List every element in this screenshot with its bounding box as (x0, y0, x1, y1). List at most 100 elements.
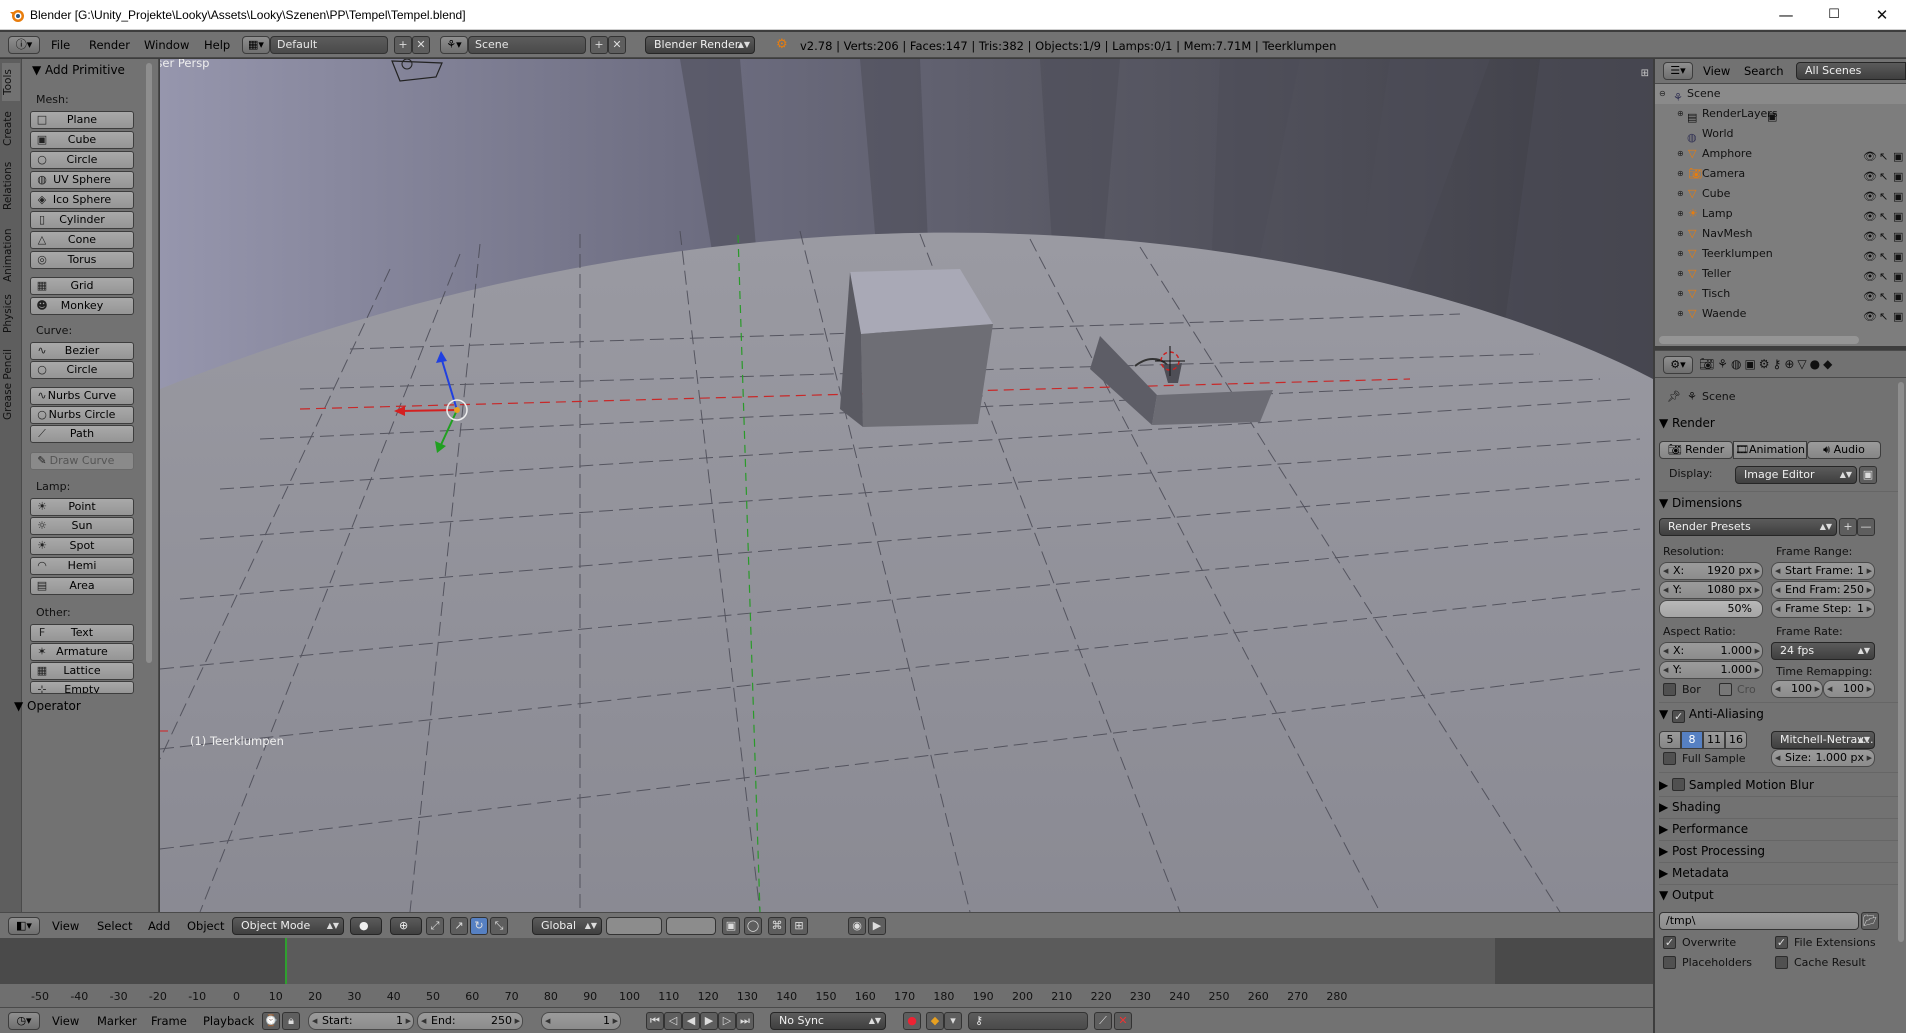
add-nurbs-curve-button[interactable]: ∿ Nurbs Curve (30, 387, 134, 405)
add-torus-button[interactable]: ◎ Torus (30, 251, 134, 269)
output-path-field[interactable]: /tmp\ (1659, 912, 1859, 930)
animation-button[interactable]: 🎞︎Animation (1733, 441, 1807, 459)
keying-menu-icon[interactable]: ▾ (944, 1012, 962, 1030)
render-button[interactable]: 📷︎ Render (1659, 441, 1733, 459)
aspect-x-field[interactable]: ◀ X: 1.000 ▶ (1659, 642, 1763, 660)
add-bezier-button[interactable]: ∿ Bezier (30, 342, 134, 360)
shading-select[interactable]: ● (350, 917, 382, 935)
add-sun-lamp-button[interactable]: ☼ Sun (30, 517, 134, 535)
timeline-menu-view[interactable]: View (52, 1014, 79, 1028)
add-cone-button[interactable]: △ Cone (30, 231, 134, 249)
expand-icon[interactable]: ⊕ (1677, 304, 1684, 324)
end-frame-prop-field[interactable]: ◀ End Fram: 250 ▶ (1771, 581, 1875, 599)
output-panel-header[interactable]: ▼ Output (1659, 884, 1902, 906)
outliner-row-teerklumpen[interactable]: ⊕ ▽ Teerklumpen 👁︎ ↖ ▣ (1655, 244, 1906, 264)
viewport-menu-add[interactable]: Add (148, 919, 170, 933)
viewport-menu-object[interactable]: Object (187, 919, 224, 933)
overwrite-checkbox[interactable]: ✓ (1663, 936, 1676, 949)
dimensions-panel-header[interactable]: ▼ Dimensions (1659, 492, 1902, 514)
scene-icon[interactable]: ⚘▾ (440, 36, 468, 54)
performance-panel-header[interactable]: ▶ Performance (1659, 818, 1902, 840)
orientation-select[interactable]: Global ▲▼ (532, 917, 602, 935)
anti-aliasing-checkbox[interactable]: ✓ (1672, 710, 1686, 723)
end-frame-field[interactable]: ◀ End: 250 ▶ (417, 1012, 523, 1030)
add-monkey-button[interactable]: ☻ Monkey (30, 297, 134, 315)
viewport-menu-select[interactable]: Select (97, 919, 132, 933)
layout-field[interactable]: Default (270, 36, 388, 54)
render-preview-icon[interactable]: ◉ (848, 917, 866, 935)
mode-select[interactable]: Object Mode ▲▼ (232, 917, 344, 935)
lock-range-icon[interactable]: 🔒︎ (282, 1012, 300, 1030)
viewport-editor-type-button[interactable]: ◧▾ (8, 917, 40, 935)
scale-icon[interactable]: ⤡ (490, 917, 508, 935)
delete-keyframe-icon[interactable]: ✕ (1114, 1012, 1132, 1030)
crop-checkbox[interactable] (1719, 683, 1732, 696)
tab-animation[interactable]: Animation (2, 219, 20, 291)
rotate-icon[interactable]: ↻ (470, 917, 488, 935)
timeline-editor-type-button[interactable]: ◷▾ (8, 1012, 40, 1030)
placeholders-checkbox[interactable] (1663, 956, 1676, 969)
remap-old-field[interactable]: ◀ 100 ▶ (1771, 680, 1823, 698)
pivot-select[interactable]: ⊕ (390, 917, 422, 935)
full-sample-checkbox[interactable] (1663, 752, 1676, 765)
screen-layout-icon[interactable]: ▦▾ (242, 36, 270, 54)
toolshelf-scrollbar[interactable] (146, 63, 152, 663)
cursor-select-icon[interactable]: ↖ (1879, 307, 1888, 327)
aa-samples-5[interactable]: 5 (1659, 731, 1681, 749)
expand-icon[interactable]: ⊕ (1677, 264, 1684, 284)
tab-create[interactable]: Create (2, 107, 20, 151)
outliner-row-lamp[interactable]: ⊕ ☀ Lamp 👁︎ ↖ ▣ (1655, 204, 1906, 224)
expand-icon[interactable]: ⊕ (1677, 164, 1684, 184)
remove-layout-icon[interactable]: ✕ (412, 36, 430, 54)
jump-keyframe-forward-icon[interactable]: ▷ (718, 1012, 736, 1030)
frame-rate-select[interactable]: 24 fps ▲▼ (1771, 642, 1875, 660)
3d-viewport[interactable]: User Persp (1) Teerklumpen ⊞ (160, 59, 1653, 912)
anti-aliasing-panel-header[interactable]: ▼ ✓ Anti-Aliasing (1659, 703, 1902, 725)
outliner-menu-search[interactable]: Search (1744, 64, 1784, 78)
add-uv-sphere-button[interactable]: ◍ UV Sphere (30, 171, 134, 189)
current-frame-field[interactable]: ◀ 1 ▶ (541, 1012, 621, 1030)
minimize-button[interactable]: — (1762, 0, 1810, 30)
display-select[interactable]: Image Editor ▲▼ (1735, 466, 1857, 484)
current-frame-indicator[interactable] (285, 938, 287, 986)
timeline-menu-frame[interactable]: Frame (151, 1014, 187, 1028)
play-reverse-icon[interactable]: ◀ (682, 1012, 700, 1030)
manipulator-toggle-icon[interactable]: ⤢ (426, 917, 444, 935)
outliner-row-scene[interactable]: ⊖ ⚘ Scene (1655, 84, 1906, 104)
aa-samples-8[interactable]: 8 (1681, 731, 1703, 749)
add-point-lamp-button[interactable]: ☀ Point (30, 498, 134, 516)
sync-select[interactable]: No Sync ▲▼ (770, 1012, 886, 1030)
expand-icon[interactable]: ⊕ (1677, 224, 1684, 244)
tab-tools[interactable]: Tools (2, 63, 20, 101)
timeline[interactable]: -50 -40 -30 -20 -10 0 10 20 30 40 50 60 70 80 90 100 110… (0, 938, 1653, 1007)
expand-icon[interactable]: ⊕ (1677, 244, 1684, 264)
add-armature-button[interactable]: ✶ Armature (30, 643, 134, 661)
snap-icon[interactable]: ⌘ (768, 917, 786, 935)
proportional-edit-icon[interactable]: ◯ (744, 917, 762, 935)
operator-panel-toggle[interactable]: ▼ Operator (14, 699, 81, 713)
add-area-lamp-button[interactable]: ▤ Area (30, 577, 134, 595)
aa-samples-11[interactable]: 11 (1703, 731, 1725, 749)
add-curve-circle-button[interactable]: ○ Circle (30, 361, 134, 379)
add-spot-lamp-button[interactable]: ☀ Spot (30, 537, 134, 555)
remove-preset-icon[interactable]: — (1857, 518, 1875, 536)
keying-set-field[interactable]: ⚷ (968, 1012, 1088, 1030)
menu-window[interactable]: Window (144, 36, 189, 54)
layers-block-2[interactable] (666, 917, 716, 935)
jump-keyframe-back-icon[interactable]: ◁ (664, 1012, 682, 1030)
add-lattice-button[interactable]: ▦ Lattice (30, 662, 134, 680)
jump-end-icon[interactable]: ⏭ (736, 1012, 754, 1030)
add-text-button[interactable]: F Text (30, 624, 134, 642)
add-preset-icon[interactable]: + (1839, 518, 1857, 536)
viewport-menu-view[interactable]: View (52, 919, 79, 933)
border-checkbox[interactable] (1663, 683, 1676, 696)
metadata-panel-header[interactable]: ▶ Metadata (1659, 862, 1902, 884)
record-icon[interactable]: ● (903, 1012, 921, 1030)
menu-help[interactable]: Help (204, 36, 230, 54)
remap-new-field[interactable]: ◀ 100 ▶ (1823, 680, 1875, 698)
jump-start-icon[interactable]: ⏮ (646, 1012, 664, 1030)
start-frame-field[interactable]: ◀ Start: 1 ▶ (308, 1012, 414, 1030)
expand-icon[interactable]: ⊕ (1677, 204, 1684, 224)
resolution-percentage-field[interactable]: 50% (1659, 600, 1763, 618)
snap-element-icon[interactable]: ⊞ (790, 917, 808, 935)
